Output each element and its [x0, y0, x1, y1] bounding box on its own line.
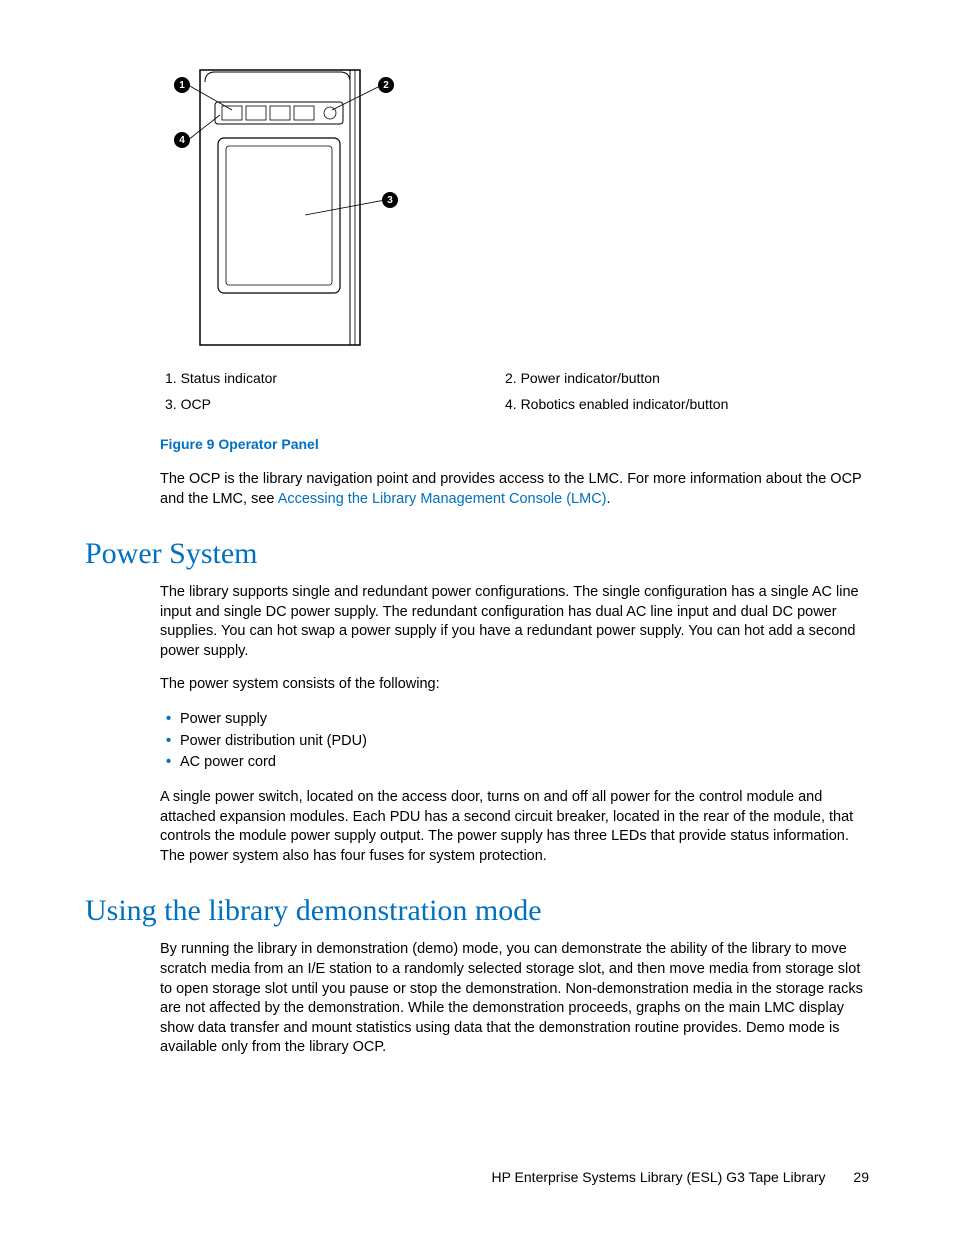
callout-4: 4	[174, 132, 190, 148]
legend-item-3: 3. OCP	[165, 396, 505, 412]
demo-p1: By running the library in demonstration …	[160, 940, 869, 1057]
figure-legend-row2: 3. OCP 4. Robotics enabled indicator/but…	[165, 396, 869, 412]
lmc-link[interactable]: Accessing the Library Management Console…	[278, 491, 607, 507]
operator-panel-diagram: 1 2 3 4	[160, 60, 420, 350]
bullet-pdu: Power distribution unit (PDU)	[180, 731, 869, 753]
intro-paragraph: The OCP is the library navigation point …	[160, 470, 869, 509]
figure-diagram-area: 1 2 3 4	[160, 60, 869, 350]
figure-legend-row1: 1. Status indicator 2. Power indicator/b…	[165, 370, 869, 386]
page-footer: HP Enterprise Systems Library (ESL) G3 T…	[491, 1169, 869, 1185]
footer-title: HP Enterprise Systems Library (ESL) G3 T…	[491, 1169, 825, 1185]
legend-item-4: 4. Robotics enabled indicator/button	[505, 396, 845, 412]
power-p2: The power system consists of the followi…	[160, 675, 869, 695]
legend-item-2: 2. Power indicator/button	[505, 370, 845, 386]
heading-power-system: Power System	[85, 537, 869, 571]
intro-text-b: .	[607, 491, 611, 507]
power-p3: A single power switch, located on the ac…	[160, 788, 869, 866]
footer-page-number: 29	[853, 1169, 869, 1185]
power-p1: The library supports single and redundan…	[160, 583, 869, 661]
heading-demo-mode: Using the library demonstration mode	[85, 894, 869, 928]
bullet-ac-cord: AC power cord	[180, 752, 869, 774]
bullet-power-supply: Power supply	[180, 709, 869, 731]
callout-3: 3	[382, 192, 398, 208]
callout-2: 2	[378, 77, 394, 93]
callout-1: 1	[174, 77, 190, 93]
diagram-svg	[160, 60, 420, 350]
figure-caption: Figure 9 Operator Panel	[160, 436, 869, 452]
legend-item-1: 1. Status indicator	[165, 370, 505, 386]
power-bullets: Power supply Power distribution unit (PD…	[180, 709, 869, 774]
